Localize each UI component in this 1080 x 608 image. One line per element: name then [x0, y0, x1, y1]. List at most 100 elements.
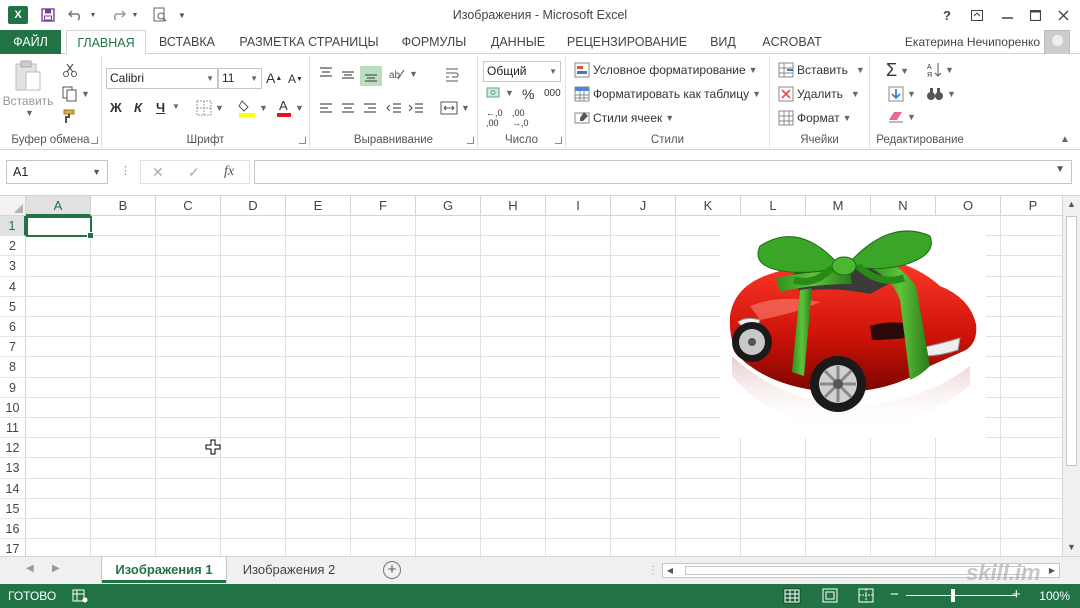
page-break-view-icon[interactable]: [858, 588, 874, 603]
row-header-13[interactable]: 13: [0, 458, 26, 479]
underline-dropdown-icon[interactable]: ▼: [172, 102, 180, 111]
paste-dropdown-icon[interactable]: ▼: [25, 108, 34, 118]
number-dialog-launcher[interactable]: [555, 137, 562, 144]
collapse-ribbon-icon[interactable]: ▲: [1060, 134, 1070, 145]
percent-button[interactable]: %: [522, 86, 534, 102]
clear-icon[interactable]: ▼: [888, 110, 916, 124]
cut-icon[interactable]: [62, 62, 78, 78]
insert-cells-button[interactable]: Вставить ▼: [778, 62, 865, 78]
column-header-j[interactable]: J: [611, 196, 676, 216]
tab-home[interactable]: ГЛАВНАЯ: [66, 30, 146, 55]
autosum-button[interactable]: Σ ▼: [886, 60, 909, 81]
orientation-icon[interactable]: ab ▼: [388, 66, 418, 82]
row-header-5[interactable]: 5: [0, 296, 26, 317]
row-header-9[interactable]: 9: [0, 377, 26, 398]
wrap-text-icon[interactable]: [444, 66, 460, 82]
zoom-in-button[interactable]: +: [1012, 586, 1021, 603]
tab-formulas[interactable]: ФОРМУЛЫ: [396, 30, 472, 54]
column-header-i[interactable]: I: [546, 196, 611, 216]
vertical-scroll-thumb[interactable]: [1066, 216, 1077, 466]
align-middle-icon[interactable]: [340, 68, 356, 82]
paste-button[interactable]: Вставить ▼: [3, 60, 53, 124]
normal-view-icon[interactable]: [783, 588, 801, 604]
scroll-up-icon[interactable]: ▲: [1063, 196, 1080, 213]
borders-icon[interactable]: ▼: [196, 100, 224, 116]
bold-button[interactable]: Ж: [110, 100, 122, 115]
conditional-formatting-button[interactable]: Условное форматирование ▼: [574, 62, 758, 78]
avatar[interactable]: [1044, 30, 1070, 56]
align-left-icon[interactable]: [318, 102, 334, 116]
format-as-table-button[interactable]: Форматировать как таблицу ▼: [574, 86, 761, 102]
zoom-level[interactable]: 100%: [1039, 589, 1070, 603]
column-header-h[interactable]: H: [481, 196, 546, 216]
font-color-icon[interactable]: A ▼: [276, 98, 304, 118]
merge-center-icon[interactable]: ▼: [440, 100, 470, 116]
worksheet-grid[interactable]: ABCDEFGHIJKLMNOP 1 2 3 4 5 6 7 8 9 10 11 12 13 14 15 16…: [0, 196, 1062, 556]
increase-decimal-icon[interactable]: ←,0,00: [486, 108, 503, 128]
align-bottom-icon[interactable]: [360, 66, 382, 86]
column-header-f[interactable]: F: [351, 196, 416, 216]
row-header-8[interactable]: 8: [0, 357, 26, 378]
restore-icon[interactable]: [1024, 4, 1046, 26]
decrease-font-icon[interactable]: A ▼: [288, 72, 303, 86]
row-header-12[interactable]: 12: [0, 438, 26, 459]
page-layout-view-icon[interactable]: [822, 588, 838, 603]
add-sheet-button[interactable]: +: [383, 561, 401, 579]
column-header-e[interactable]: E: [286, 196, 351, 216]
currency-icon[interactable]: ▼: [486, 86, 514, 100]
font-size-combo[interactable]: 11 ▼: [218, 68, 262, 89]
fill-color-icon[interactable]: ▼: [238, 98, 268, 118]
column-header-g[interactable]: G: [416, 196, 481, 216]
scroll-down-icon[interactable]: ▼: [1063, 539, 1080, 556]
thousands-button[interactable]: 000: [544, 88, 561, 99]
scroll-right-icon[interactable]: ▶: [1045, 564, 1059, 577]
zoom-slider-thumb[interactable]: [951, 589, 955, 602]
column-header-k[interactable]: K: [676, 196, 741, 216]
column-header-c[interactable]: C: [156, 196, 221, 216]
italic-button[interactable]: К: [134, 100, 142, 115]
column-header-d[interactable]: D: [221, 196, 286, 216]
select-all-button[interactable]: [0, 196, 26, 216]
user-name[interactable]: Екатерина Нечипоренко: [905, 35, 1040, 49]
underline-button[interactable]: Ч: [156, 100, 165, 115]
alignment-dialog-launcher[interactable]: [467, 137, 474, 144]
help-icon[interactable]: ?: [936, 4, 958, 26]
insert-function-icon[interactable]: fx: [224, 164, 234, 180]
formula-input[interactable]: ▼: [254, 160, 1072, 184]
tab-acrobat[interactable]: ACROBAT: [756, 30, 828, 54]
tab-view[interactable]: ВИД: [702, 30, 744, 54]
minimize-icon[interactable]: [996, 4, 1018, 26]
format-painter-icon[interactable]: [62, 108, 78, 124]
zoom-out-button[interactable]: −: [890, 586, 899, 603]
column-header-b[interactable]: B: [91, 196, 156, 216]
row-header-11[interactable]: 11: [0, 418, 26, 439]
cell-styles-button[interactable]: Стили ячеек ▼: [574, 110, 674, 126]
increase-font-icon[interactable]: A ▲: [266, 70, 282, 86]
number-format-combo[interactable]: Общий ▼: [483, 61, 561, 82]
sort-filter-icon[interactable]: А Я ▼: [926, 62, 954, 78]
prev-sheet-icon[interactable]: ◀: [26, 563, 34, 574]
row-header-10[interactable]: 10: [0, 397, 26, 418]
row-header-4[interactable]: 4: [0, 276, 26, 297]
scroll-left-icon[interactable]: ◀: [663, 564, 677, 577]
vertical-scrollbar[interactable]: ▲ ▼: [1062, 196, 1080, 556]
decrease-indent-icon[interactable]: [386, 102, 402, 116]
column-header-p[interactable]: P: [1001, 196, 1062, 216]
close-icon[interactable]: [1052, 4, 1074, 26]
column-header-n[interactable]: N: [871, 196, 936, 216]
increase-indent-icon[interactable]: [408, 102, 424, 116]
tab-insert[interactable]: ВСТАВКА: [152, 30, 222, 54]
clipboard-dialog-launcher[interactable]: [91, 137, 98, 144]
row-header-16[interactable]: 16: [0, 519, 26, 540]
zoom-slider[interactable]: [906, 595, 1016, 596]
name-box[interactable]: A1 ▼: [6, 160, 108, 184]
align-top-icon[interactable]: [318, 66, 334, 80]
row-header-7[interactable]: 7: [0, 337, 26, 358]
row-header-2[interactable]: 2: [0, 236, 26, 257]
column-header-a[interactable]: A: [26, 196, 91, 216]
format-cells-button[interactable]: Формат ▼: [778, 110, 852, 126]
tab-review[interactable]: РЕЦЕНЗИРОВАНИЕ: [564, 30, 690, 54]
tab-data[interactable]: ДАННЫЕ: [486, 30, 550, 54]
font-dialog-launcher[interactable]: [299, 137, 306, 144]
fill-down-icon[interactable]: ▼: [888, 86, 916, 102]
